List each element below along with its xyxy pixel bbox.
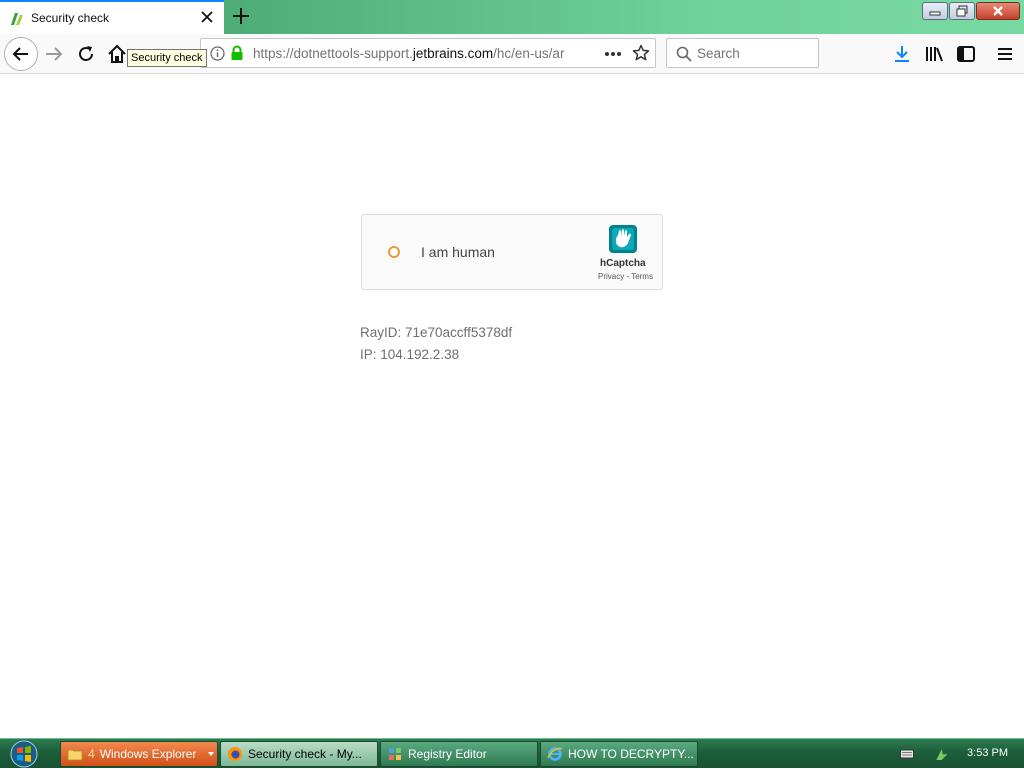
url-text[interactable]: https://dotnettools-support.jetbrains.co… <box>253 46 567 61</box>
back-button[interactable] <box>4 37 38 71</box>
minimize-button[interactable] <box>922 2 948 20</box>
ip-address: IP: 104.192.2.38 <box>360 347 460 362</box>
tab-security-check[interactable]: Security check <box>0 0 224 34</box>
taskbar-item-windows-explorer[interactable]: 4 Windows Explorer <box>60 741 218 767</box>
info-icon[interactable] <box>210 46 225 61</box>
network-icon[interactable] <box>934 746 950 762</box>
taskbar-clock[interactable]: 3:53 PM <box>967 747 1008 759</box>
page-actions-ellipsis-icon[interactable] <box>604 51 622 57</box>
tab-strip: Security check <box>0 0 1024 34</box>
firefox-icon <box>228 747 242 761</box>
hamburger-menu-icon[interactable] <box>993 42 1017 66</box>
human-checkbox[interactable] <box>388 246 400 258</box>
hcaptcha-privacy-terms[interactable]: Privacy - Terms <box>598 272 653 281</box>
window-controls <box>922 2 1020 20</box>
hcaptcha-brand: hCaptcha <box>600 258 646 269</box>
url-bar[interactable]: https://dotnettools-support.jetbrains.co… <box>200 38 656 68</box>
internet-explorer-icon <box>547 747 563 761</box>
forward-arrow-icon[interactable] <box>42 42 66 66</box>
folder-icon <box>67 749 83 761</box>
taskbar-item-registry-editor[interactable]: Registry Editor <box>380 741 538 767</box>
close-tab-icon[interactable] <box>198 8 216 26</box>
explorer-window-count: 4 <box>88 747 95 761</box>
bookmark-star-icon[interactable] <box>632 44 650 62</box>
search-placeholder: Search <box>697 46 740 61</box>
hcaptcha-logo-icon <box>609 225 637 253</box>
search-bar[interactable]: Search <box>666 38 819 68</box>
taskbar: 4 Windows Explorer Security check - My..… <box>0 738 1024 768</box>
taskbar-item-internet-explorer[interactable]: HOW TO DECRYPTY... <box>540 741 698 767</box>
maximize-button[interactable] <box>949 2 975 20</box>
hcaptcha-widget: I am human hCaptcha Privacy - Terms <box>361 214 663 290</box>
close-window-button[interactable] <box>976 2 1020 20</box>
close-icon <box>993 6 1003 16</box>
search-icon <box>676 46 692 62</box>
ray-id: RayID: 71e70accff5378df <box>360 325 513 340</box>
downloads-icon[interactable] <box>890 42 914 66</box>
back-arrow-icon <box>12 47 28 61</box>
url-prefix: https://dotnettools-support. <box>253 46 413 61</box>
minimize-icon <box>929 11 941 16</box>
tab-title: Security check <box>31 11 110 25</box>
reload-icon[interactable] <box>74 42 98 66</box>
windows-start-button[interactable] <box>4 739 44 769</box>
new-tab-icon[interactable] <box>230 5 252 27</box>
registry-editor-icon <box>389 748 401 760</box>
taskbar-item-firefox[interactable]: Security check - My... <box>220 741 378 767</box>
jetbrains-favicon-icon <box>11 13 23 25</box>
registry-editor-label: Registry Editor <box>408 747 487 761</box>
tab-tooltip: Security check <box>127 49 207 67</box>
restore-icon <box>956 5 968 17</box>
secure-lock-icon[interactable] <box>230 45 244 61</box>
url-host: jetbrains.com <box>412 46 494 61</box>
firefox-label: Security check - My... <box>248 747 362 761</box>
home-icon[interactable] <box>105 42 129 66</box>
explorer-label: Windows Explorer <box>99 747 197 761</box>
internet-explorer-label: HOW TO DECRYPTY... <box>568 747 694 761</box>
url-path: /hc/en-us/ar <box>493 46 565 61</box>
library-icon[interactable] <box>922 42 946 66</box>
dropdown-arrow-icon <box>208 752 214 756</box>
sidebar-toggle-icon[interactable] <box>954 42 978 66</box>
keyboard-icon[interactable] <box>900 748 914 760</box>
captcha-label: I am human <box>421 244 495 260</box>
request-info: RayID: 71e70accff5378df IP: 104.192.2.38 <box>360 322 512 366</box>
